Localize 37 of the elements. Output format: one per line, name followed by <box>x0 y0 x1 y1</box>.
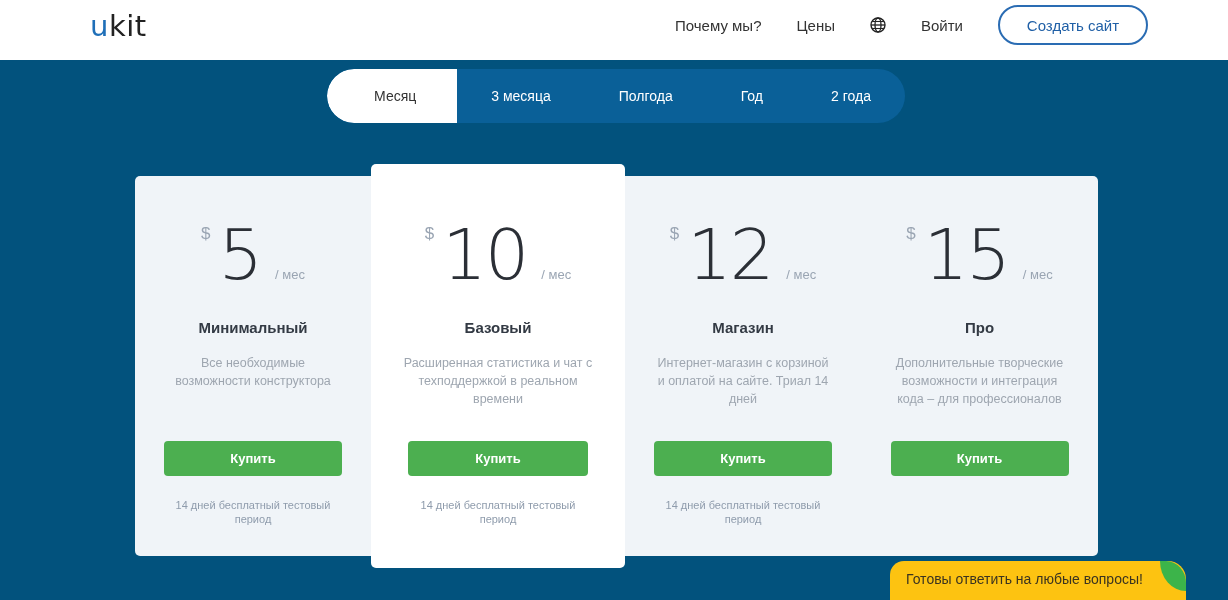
plan-description: Интернет-магазин с корзиной и оплатой на сайте. Триал 14 дней <box>656 355 830 408</box>
plan-description: Все необходимые возможности конструктора <box>174 355 332 390</box>
plan-name: Базовый <box>464 318 532 338</box>
create-site-button[interactable]: Создать сайт <box>998 5 1148 45</box>
plan-description: Дополнительные творческие возможности и интеграция кода – для профессионалов <box>894 355 1065 408</box>
trial-note: 14 дней бесплатный тестовый период <box>664 498 822 526</box>
price: 15 <box>923 214 1009 296</box>
chat-bubble[interactable]: Готовы ответить на любые вопросы! <box>890 561 1186 600</box>
plan-name: Про <box>964 318 995 338</box>
period-tab[interactable]: Полгода <box>584 69 707 123</box>
currency-sign: $ <box>669 224 680 244</box>
currency-sign: $ <box>424 224 435 244</box>
chat-text: Готовы ответить на любые вопросы! <box>906 571 1143 587</box>
trial-note: 14 дней бесплатный тестовый период <box>174 498 332 526</box>
login-link[interactable]: Войти <box>921 16 963 34</box>
currency-sign: $ <box>201 224 211 244</box>
trial-note: 14 дней бесплатный тестовый период <box>419 498 577 526</box>
logo[interactable]: ukit <box>90 11 147 41</box>
period-tab[interactable]: 3 месяца <box>457 69 585 123</box>
currency-sign: $ <box>906 224 916 244</box>
price: 10 <box>442 214 528 296</box>
corner-fold-icon <box>1160 561 1186 591</box>
price-period: / мес <box>541 267 572 282</box>
price-period: / мес <box>275 267 305 282</box>
period-tab[interactable]: Год <box>706 69 797 123</box>
price: 12 <box>687 214 773 296</box>
plan-name: Магазин <box>712 318 774 338</box>
period-tab[interactable]: 2 года <box>797 69 905 123</box>
price-period: / мес <box>786 267 817 282</box>
price: 5 <box>218 214 262 296</box>
plan-description: Расширенная статистика и чат с техподдержкой в реальном времени <box>402 355 594 408</box>
nav-link[interactable]: Цены <box>796 16 835 34</box>
price-period: / мес <box>1022 267 1053 282</box>
period-tab[interactable]: Месяц <box>327 69 458 123</box>
globe-icon[interactable] <box>870 17 886 33</box>
nav-link[interactable]: Почему мы? <box>674 16 762 34</box>
plan-name: Минимальный <box>198 318 308 338</box>
